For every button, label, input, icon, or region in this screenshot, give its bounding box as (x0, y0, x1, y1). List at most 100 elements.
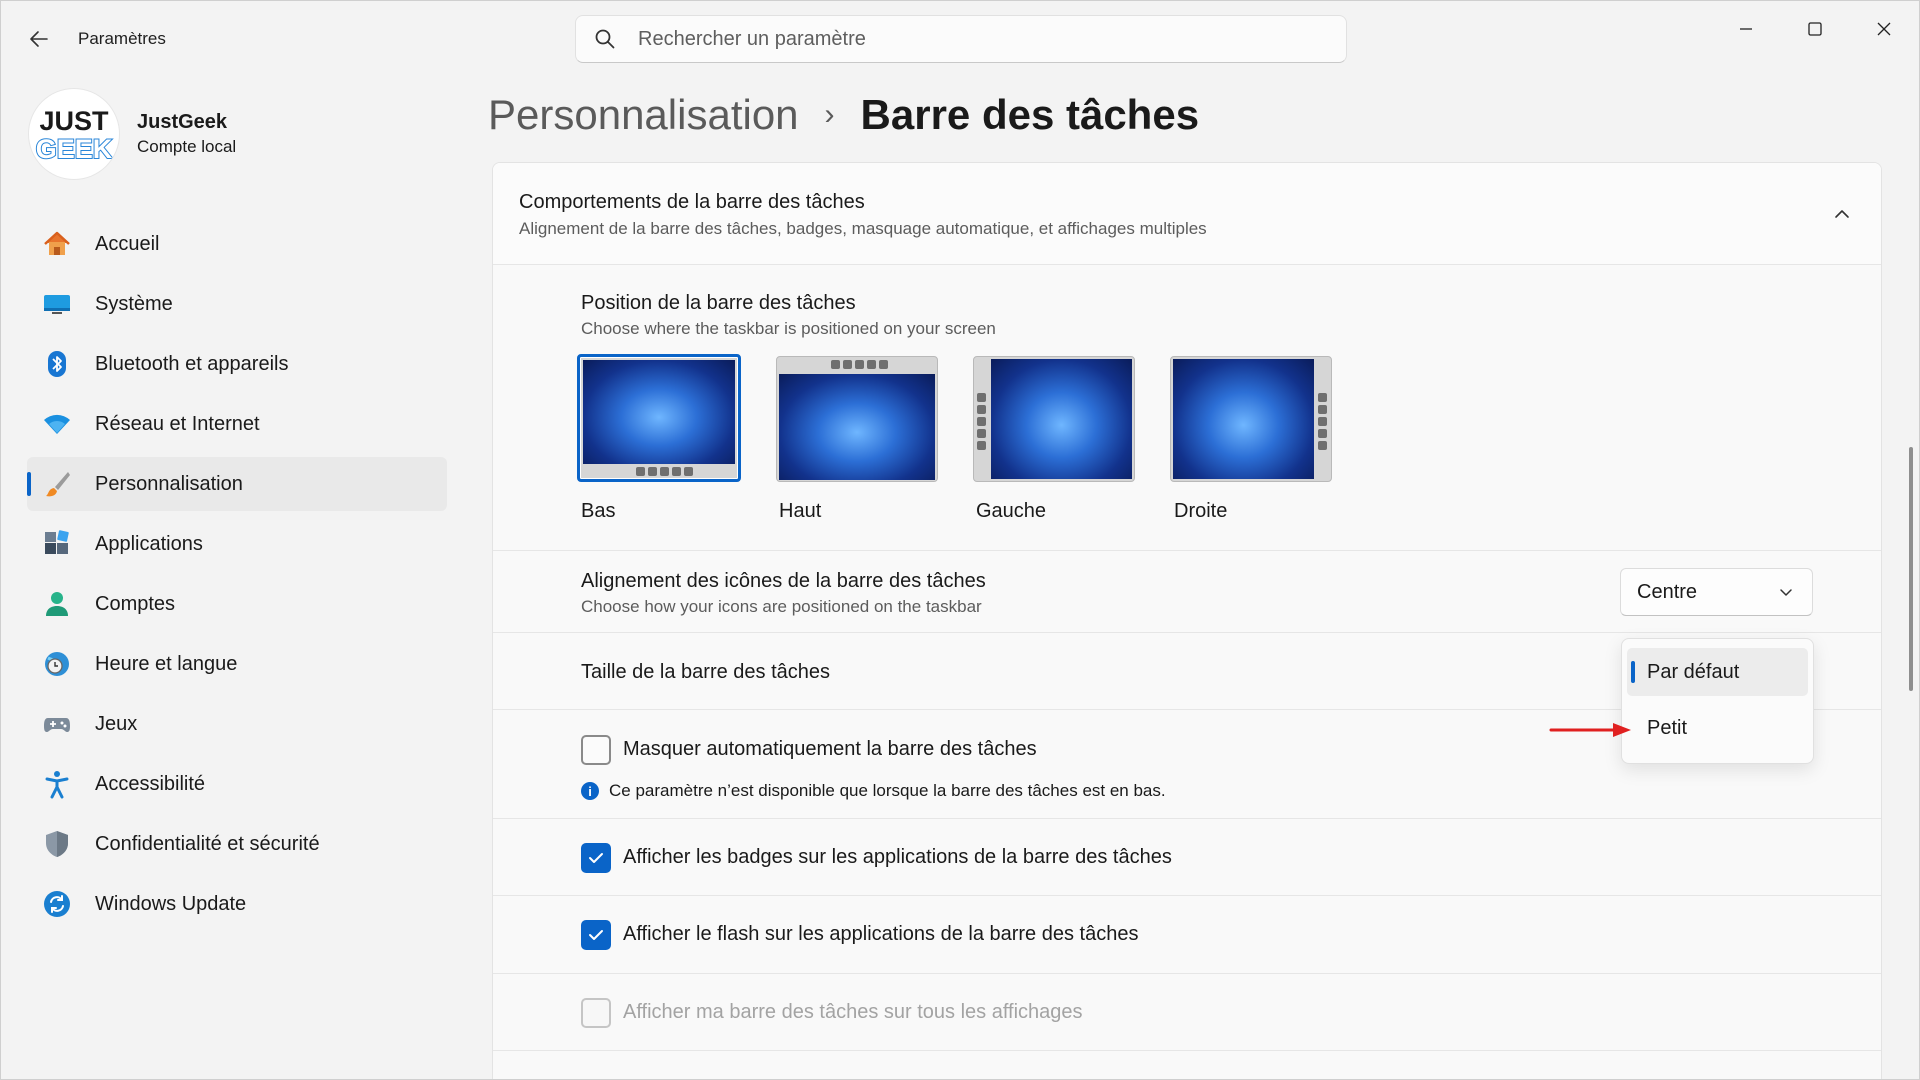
sidebar-item-confidentialite[interactable]: Confidentialité et sécurité (27, 817, 447, 871)
badges-checkbox[interactable] (581, 843, 611, 873)
behaviors-subtitle: Alignement de la barre des tâches, badge… (519, 219, 1207, 238)
home-icon (41, 228, 73, 260)
position-title: Position de la barre des tâches (581, 292, 856, 314)
shield-icon (41, 828, 73, 860)
sidebar-item-bluetooth[interactable]: Bluetooth et appareils (27, 337, 447, 391)
checkmark-icon (589, 853, 603, 863)
flash-row: Afficher le flash sur les applications d… (493, 897, 1881, 974)
sidebar-item-reseau[interactable]: Réseau et Internet (27, 397, 447, 451)
info-note: i Ce paramètre n’est disponible que lors… (581, 781, 1166, 801)
sidebar-item-label: Comptes (95, 592, 176, 615)
flash-checkbox[interactable] (581, 920, 611, 950)
sidebar-item-accessibilite[interactable]: Accessibilité (27, 757, 447, 811)
size-option-label: Par défaut (1647, 660, 1740, 683)
sidebar-item-label: Heure et langue (95, 652, 238, 675)
position-option-top[interactable] (776, 356, 938, 482)
accessibility-icon (41, 768, 73, 800)
position-label-bottom: Bas (581, 500, 616, 522)
sidebar-item-accueil[interactable]: Accueil (27, 217, 447, 271)
apps-icon (41, 528, 73, 560)
sidebar-item-label: Système (95, 292, 173, 315)
all-displays-row: Afficher ma barre des tâches sur tous le… (493, 975, 1881, 1051)
search-box[interactable] (575, 15, 1347, 63)
sidebar-item-windows-update[interactable]: Windows Update (27, 877, 447, 931)
flash-label[interactable]: Afficher le flash sur les applications d… (623, 923, 1138, 946)
update-icon (41, 888, 73, 920)
sidebar-item-label: Bluetooth et appareils (95, 352, 289, 375)
wallpaper-preview (779, 374, 935, 480)
title-bar: Paramètres (1, 1, 1919, 75)
info-note-text: Ce paramètre n’est disponible que lorsqu… (609, 781, 1166, 800)
position-option-right[interactable] (1170, 356, 1332, 482)
all-displays-label[interactable]: Afficher ma barre des tâches sur tous le… (623, 1001, 1083, 1024)
size-option-label: Petit (1647, 716, 1688, 739)
search-input[interactable] (638, 27, 1238, 51)
profile-name: JustGeek (137, 111, 228, 133)
sidebar-item-jeux[interactable]: Jeux (27, 697, 447, 751)
taskbar-preview-icons (977, 393, 986, 450)
icon-alignment-row: Alignement des icônes de la barre des tâ… (493, 552, 1881, 633)
wallpaper-preview (583, 360, 735, 464)
alignment-subtitle: Choose how your icons are positioned on … (581, 597, 982, 616)
sidebar-nav: Accueil Système Bluetooth et appareils R… (27, 217, 447, 937)
checkmark-icon (589, 930, 603, 940)
minimize-button[interactable] (1723, 9, 1769, 49)
position-label-top: Haut (779, 500, 822, 522)
close-button[interactable] (1861, 9, 1907, 49)
size-option-small[interactable]: Petit (1627, 704, 1808, 752)
bluetooth-icon (41, 348, 73, 380)
taskbar-preview-icons (636, 467, 693, 476)
settings-window: Paramètres JUST GEEK JustGeek Compte loc… (0, 0, 1920, 1080)
taskbar-size-menu: Par défaut Petit (1621, 638, 1814, 764)
info-icon: i (581, 782, 599, 800)
all-displays-checkbox[interactable] (581, 998, 611, 1028)
sidebar-item-label: Confidentialité et sécurité (95, 832, 320, 855)
gamepad-icon (41, 708, 73, 740)
alignment-dropdown[interactable]: Centre (1620, 568, 1813, 616)
profile-account-type: Compte local (137, 137, 237, 156)
sidebar-item-heure-langue[interactable]: Heure et langue (27, 637, 447, 691)
red-arrow-annotation (1549, 723, 1631, 737)
sidebar-item-systeme[interactable]: Système (27, 277, 447, 331)
sidebar-item-label: Réseau et Internet (95, 412, 260, 435)
minimize-icon (1740, 28, 1752, 30)
breadcrumb: Personnalisation › Barre des tâches (488, 91, 1199, 139)
close-icon (1877, 22, 1891, 36)
back-button[interactable] (23, 23, 55, 55)
sidebar-item-label: Jeux (95, 712, 138, 735)
page-title: Barre des tâches (860, 91, 1200, 138)
sidebar-item-comptes[interactable]: Comptes (27, 577, 447, 631)
sidebar-item-label: Accueil (95, 232, 160, 255)
badges-label[interactable]: Afficher les badges sur les applications… (623, 846, 1172, 869)
system-icon (41, 288, 73, 320)
position-subtitle: Choose where the taskbar is positioned o… (581, 319, 996, 338)
search-icon (595, 29, 615, 49)
auto-hide-checkbox[interactable] (581, 735, 611, 765)
justgeek-logo: JUST GEEK (35, 106, 114, 164)
behaviors-expander-header[interactable]: Comportements de la barre des tâches Ali… (493, 163, 1881, 265)
chevron-up-icon[interactable] (1831, 203, 1853, 225)
behaviors-title: Comportements de la barre des tâches (519, 191, 865, 213)
wifi-icon (41, 408, 73, 440)
maximize-button[interactable] (1792, 9, 1838, 49)
taskbar-preview-icons (1318, 393, 1327, 450)
scrollbar-thumb[interactable] (1909, 447, 1913, 691)
chevron-down-icon (1780, 589, 1792, 596)
avatar: JUST GEEK (29, 89, 119, 179)
sidebar-item-label: Windows Update (95, 892, 247, 915)
sidebar-item-applications[interactable]: Applications (27, 517, 447, 571)
auto-hide-label[interactable]: Masquer automatiquement la barre des tâc… (623, 738, 1037, 761)
sidebar-item-personnalisation[interactable]: Personnalisation (27, 457, 447, 511)
sidebar-item-label: Personnalisation (95, 472, 243, 495)
maximize-icon (1808, 22, 1822, 36)
back-arrow-icon (30, 31, 48, 47)
svg-text:JUST: JUST (39, 106, 109, 136)
position-option-bottom[interactable] (577, 354, 741, 482)
app-title: Paramètres (78, 29, 166, 48)
breadcrumb-parent-link[interactable]: Personnalisation (488, 91, 799, 139)
taskbar-position-section: Position de la barre des tâches Choose w… (493, 266, 1881, 551)
svg-text:GEEK: GEEK (36, 134, 113, 164)
size-option-default[interactable]: Par défaut (1627, 648, 1808, 696)
position-label-left: Gauche (976, 500, 1047, 522)
position-option-left[interactable] (973, 356, 1135, 482)
